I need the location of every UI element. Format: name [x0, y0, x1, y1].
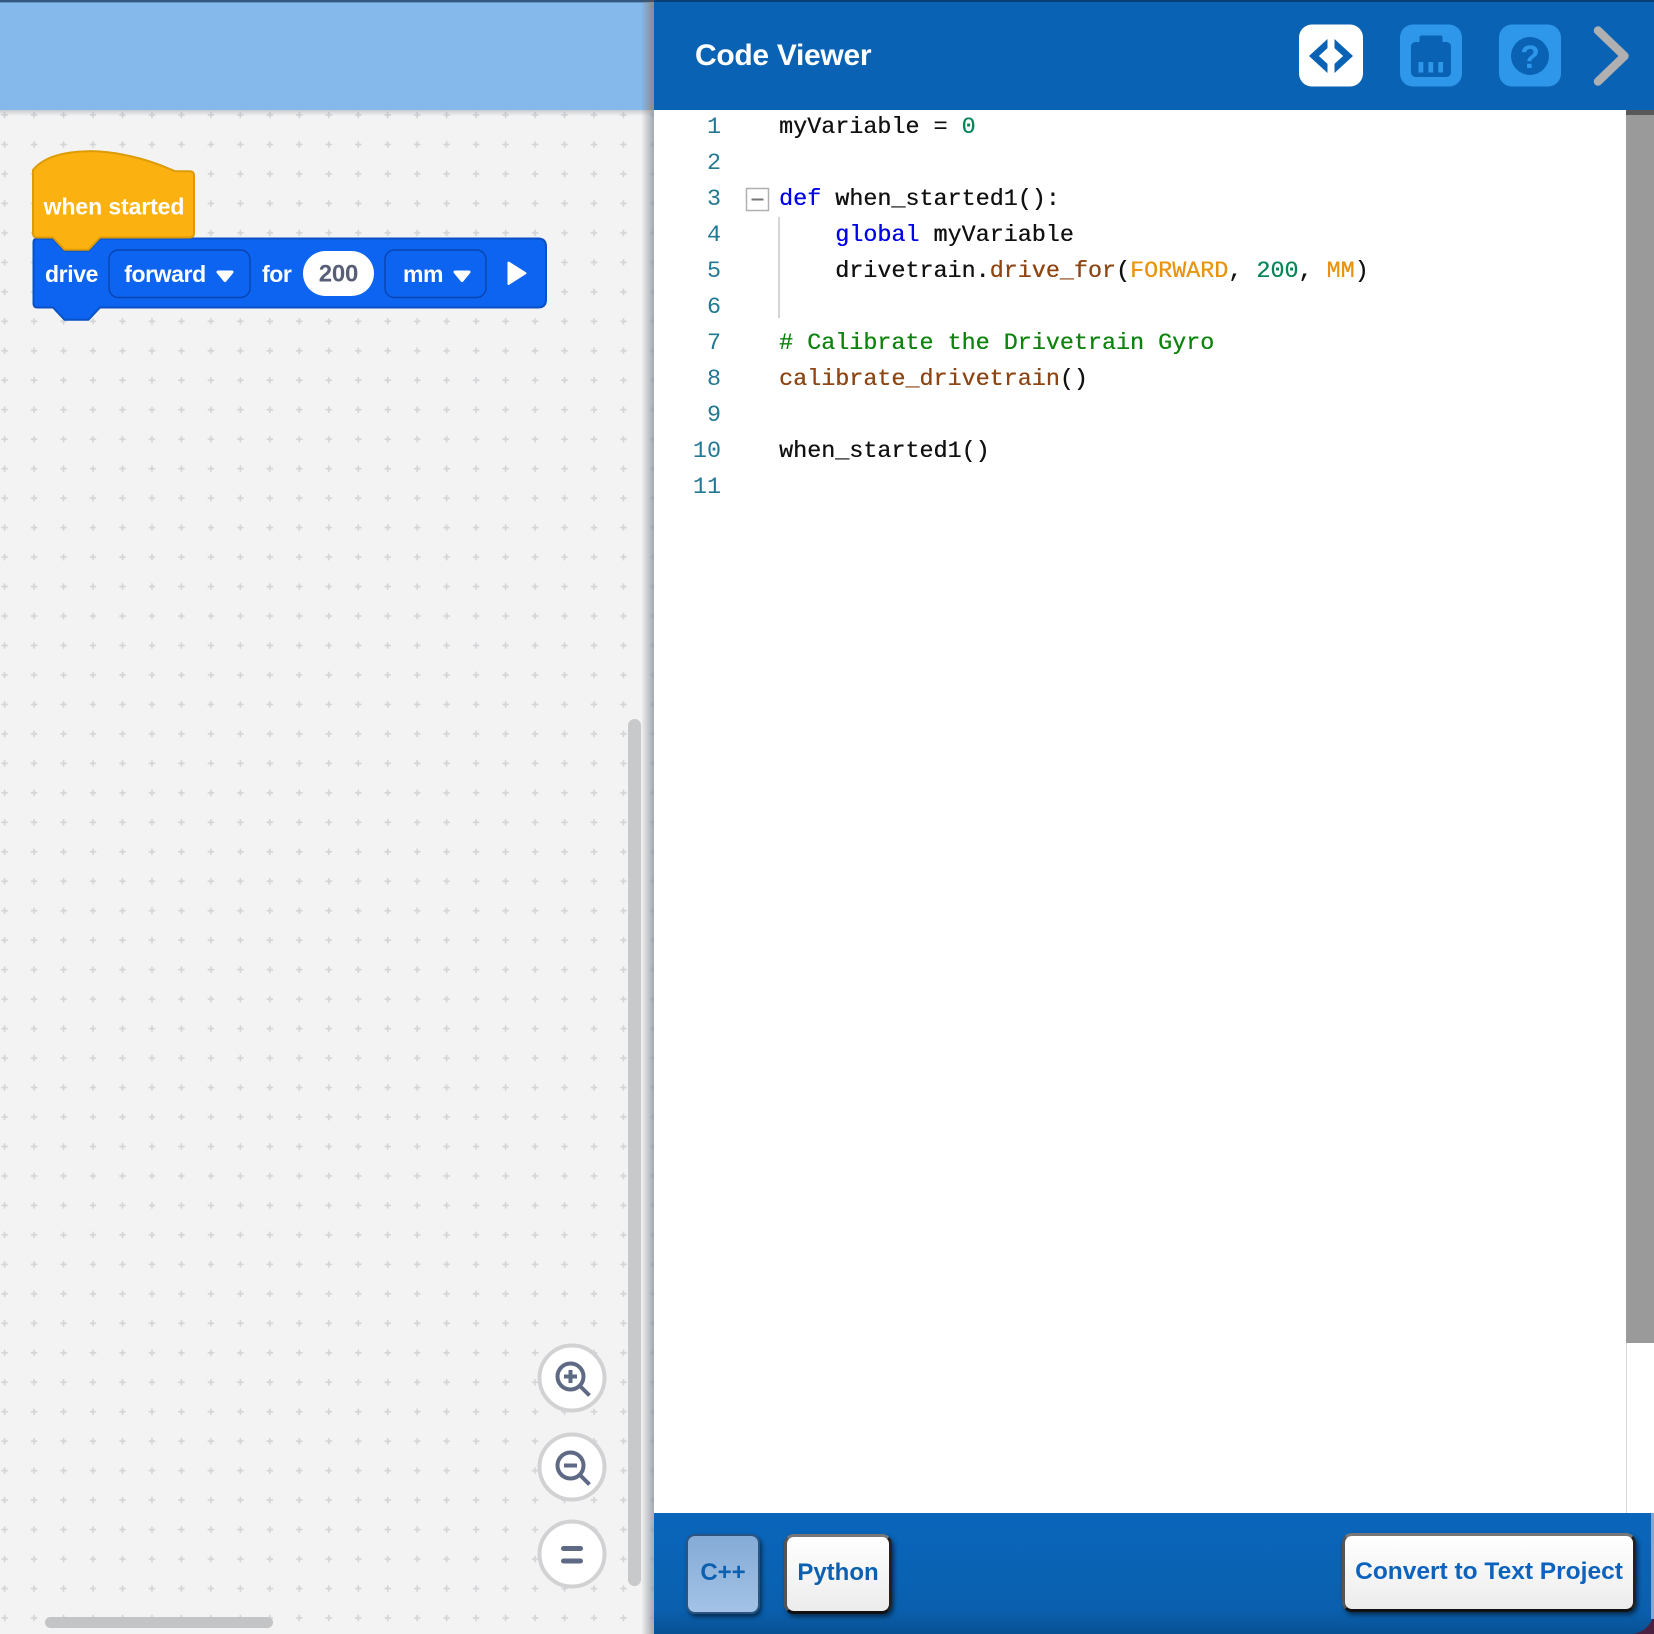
svg-text:for: for	[262, 261, 292, 287]
svg-text:drive: drive	[45, 261, 98, 287]
svg-text:mm: mm	[403, 261, 443, 287]
svg-text:when started: when started	[43, 194, 185, 220]
svg-text:?: ?	[1520, 39, 1540, 75]
svg-text:200: 200	[319, 261, 358, 288]
svg-text:forward: forward	[124, 261, 206, 287]
